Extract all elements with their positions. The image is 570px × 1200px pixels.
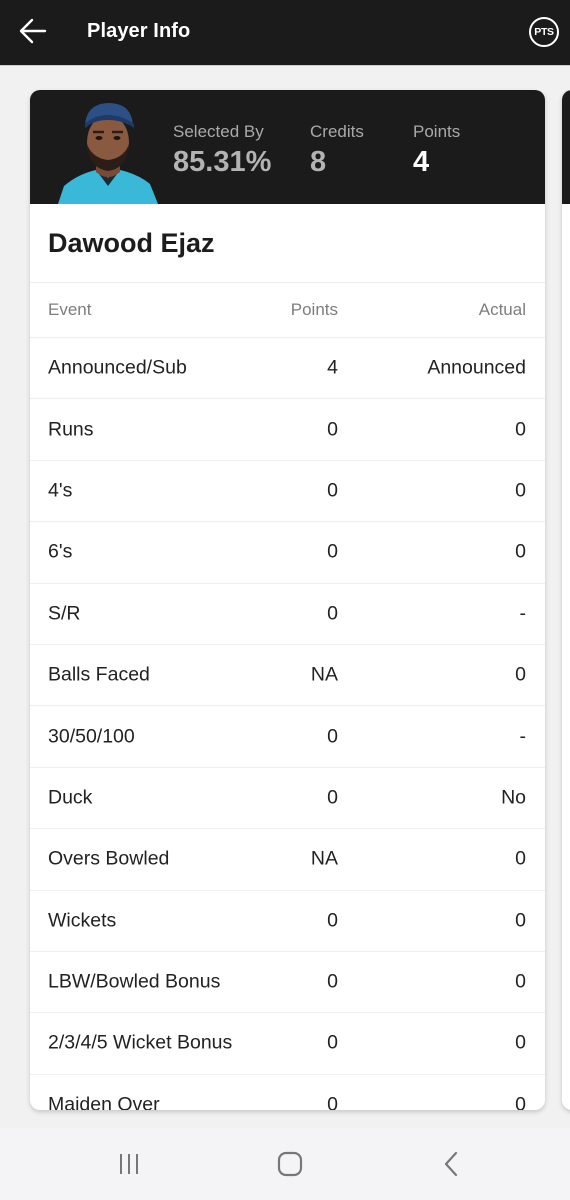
points-cell: 4: [327, 356, 338, 379]
system-back-button[interactable]: [431, 1148, 471, 1180]
table-row: Maiden Over 0 0: [30, 1075, 545, 1110]
event-cell: 6's: [48, 540, 73, 563]
player-name: Dawood Ejaz: [30, 204, 545, 283]
table-row: 6's 0 0: [30, 522, 545, 584]
actual-cell: Announced: [427, 356, 526, 379]
pts-label: PTS: [534, 26, 554, 38]
event-cell: LBW/Bowled Bonus: [48, 970, 221, 993]
player-avatar: [58, 98, 158, 204]
selected-by-stat: Selected By 85.31%: [173, 122, 271, 180]
actual-cell: 0: [515, 418, 526, 441]
points-cell: 0: [327, 786, 338, 809]
home-icon: [277, 1151, 303, 1177]
actual-cell: 0: [515, 663, 526, 686]
points-value: 4: [413, 146, 430, 178]
points-cell: 0: [327, 1031, 338, 1054]
points-cell: 0: [327, 418, 338, 441]
event-cell: Maiden Over: [48, 1093, 160, 1110]
event-cell: Wickets: [48, 909, 117, 932]
points-cell: NA: [310, 847, 338, 870]
points-cell: 0: [327, 602, 338, 625]
table-row: Duck 0 No: [30, 768, 545, 830]
actual-cell: -: [519, 725, 527, 748]
actual-cell: 0: [515, 1031, 526, 1054]
table-row: 30/50/100 0 -: [30, 706, 545, 768]
points-cell: 0: [327, 725, 338, 748]
table-row: S/R 0 -: [30, 584, 545, 645]
player-photo-icon: [58, 103, 158, 204]
actual-cell: 0: [515, 540, 526, 563]
actual-cell: No: [501, 786, 526, 809]
actual-cell: 0: [515, 970, 526, 993]
event-cell: Balls Faced: [48, 663, 150, 686]
actual-cell: 0: [515, 1093, 526, 1110]
event-cell: Overs Bowled: [48, 847, 170, 870]
home-button[interactable]: [270, 1148, 310, 1180]
credits-value: 8: [310, 146, 327, 178]
actual-column-header: Actual: [478, 300, 526, 319]
selected-by-label: Selected By: [173, 122, 264, 141]
table-row: Announced/Sub 4 Announced: [30, 338, 545, 400]
points-label: Points: [413, 122, 461, 141]
points-cell: 0: [327, 540, 338, 563]
event-cell: S/R: [48, 602, 81, 625]
player-card: Selected By 85.31% Credits 8 Points 4 Da…: [30, 90, 545, 1110]
recents-button[interactable]: [109, 1148, 149, 1180]
points-cell: NA: [310, 663, 338, 686]
back-icon: [444, 1151, 458, 1177]
system-nav-bar: [0, 1128, 570, 1200]
points-stat: Points 4: [413, 122, 460, 180]
table-row: Wickets 0 0: [30, 891, 545, 952]
points-column-header: Points: [290, 300, 338, 319]
event-column-header: Event: [48, 300, 92, 319]
credits-label: Credits: [310, 122, 364, 141]
table-row: Runs 0 0: [30, 399, 545, 461]
points-system-button[interactable]: PTS: [529, 17, 559, 47]
next-player-card[interactable]: [562, 90, 570, 1110]
event-cell: Duck: [48, 786, 93, 809]
actual-cell: 0: [515, 847, 526, 870]
selected-by-value: 85.31%: [173, 146, 272, 178]
points-cell: 0: [327, 970, 338, 993]
event-cell: 30/50/100: [48, 725, 135, 748]
table-row: Balls Faced NA 0: [30, 645, 545, 707]
points-cell: 0: [327, 479, 338, 502]
event-cell: Announced/Sub: [48, 356, 187, 379]
back-button[interactable]: [18, 16, 48, 46]
actual-cell: 0: [515, 909, 526, 932]
app-bar: Player Info PTS: [0, 0, 570, 66]
table-row: Overs Bowled NA 0: [30, 829, 545, 891]
credits-stat: Credits 8: [310, 122, 364, 180]
table-row: 2/3/4/5 Wicket Bonus 0 0: [30, 1013, 545, 1075]
recents-icon: [120, 1154, 138, 1174]
actual-cell: 0: [515, 479, 526, 502]
event-cell: 2/3/4/5 Wicket Bonus: [48, 1031, 233, 1054]
next-player-card-header: [562, 90, 570, 204]
table-header: Event Points Actual: [30, 283, 545, 338]
event-cell: 4's: [48, 479, 73, 502]
table-row: LBW/Bowled Bonus 0 0: [30, 952, 545, 1014]
table-row: 4's 0 0: [30, 461, 545, 523]
actual-cell: -: [519, 602, 527, 625]
points-cell: 0: [327, 1093, 338, 1110]
points-table: Announced/Sub 4 Announced Runs 0 0 4's 0 0 6's 0 0 S…: [30, 338, 545, 1110]
page-title: Player Info: [87, 20, 191, 42]
arrow-left-icon: [19, 18, 47, 44]
points-cell: 0: [327, 909, 338, 932]
player-card-header: Selected By 85.31% Credits 8 Points 4: [30, 90, 545, 204]
event-cell: Runs: [48, 418, 94, 441]
